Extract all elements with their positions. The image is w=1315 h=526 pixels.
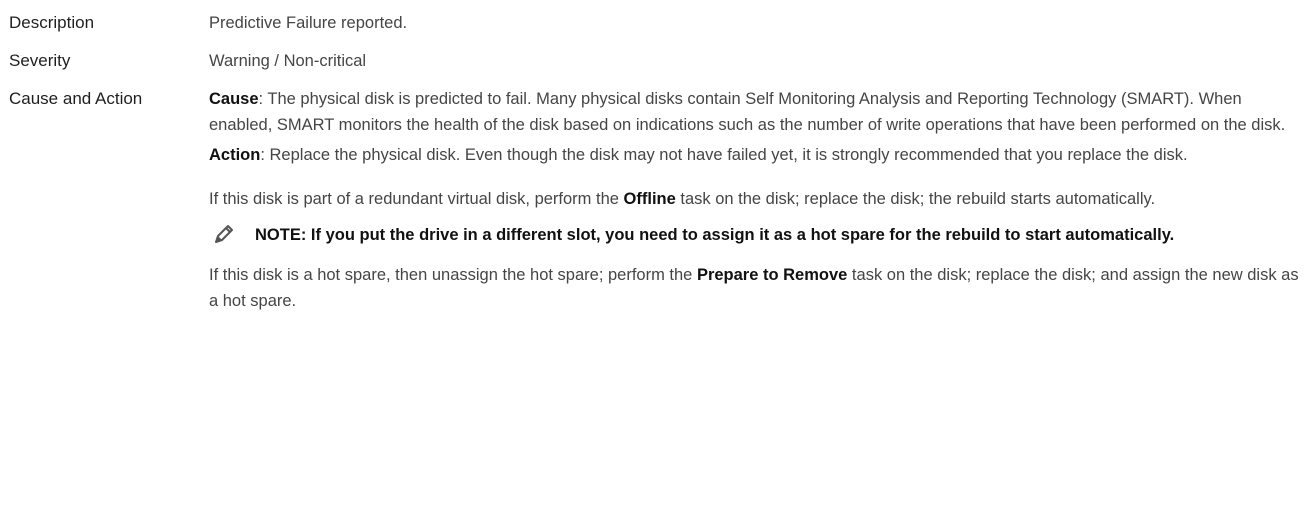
action-term: Action: [209, 146, 261, 164]
description-value: Predictive Failure reported.: [209, 14, 408, 32]
redundant-text-2: task on the disk; replace the disk; the …: [675, 190, 1156, 208]
hotspare-paragraph: If this disk is a hot spare, then unassi…: [209, 262, 1307, 314]
cause-text: : The physical disk is predicted to fail…: [209, 90, 1286, 134]
description-label: Description: [9, 13, 95, 32]
note-text: NOTE: If you put the drive in a differen…: [255, 226, 1175, 244]
cause-action-label: Cause and Action: [9, 89, 143, 108]
prepare-to-remove-term: Prepare to Remove: [696, 266, 848, 284]
cause-term: Cause: [209, 90, 259, 108]
document-page: Description Predictive Failure reported.…: [0, 0, 1315, 526]
cause-action-value: Cause: The physical disk is predicted to…: [209, 86, 1307, 314]
pencil-note-icon: [215, 225, 233, 243]
note-block: NOTE: If you put the drive in a differen…: [209, 222, 1307, 248]
hotspare-text-1: If this disk is a hot spare, then unassi…: [209, 266, 697, 284]
offline-term: Offline: [623, 190, 676, 208]
severity-value: Warning / Non-critical: [209, 52, 367, 70]
severity-label: Severity: [9, 51, 71, 70]
cause-paragraph: Cause: The physical disk is predicted to…: [209, 86, 1307, 138]
redundant-text-1: If this disk is part of a redundant virt…: [209, 190, 624, 208]
action-text: : Replace the physical disk. Even though…: [260, 146, 1188, 164]
redundant-paragraph: If this disk is part of a redundant virt…: [209, 186, 1307, 212]
action-paragraph: Action: Replace the physical disk. Even …: [209, 142, 1307, 168]
